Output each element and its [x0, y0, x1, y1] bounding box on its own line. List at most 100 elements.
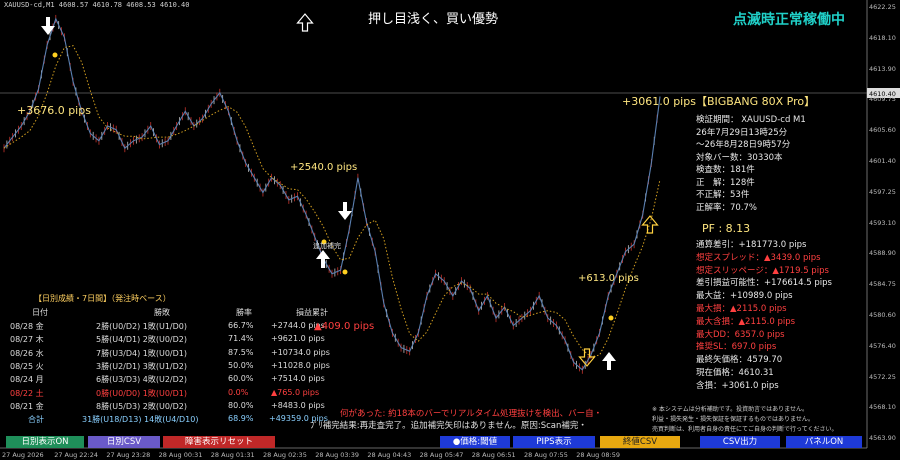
table-cell-d: 08/21 金: [10, 401, 44, 411]
x-axis-tick: 28 Aug 02:35: [263, 451, 307, 459]
y-axis-tick: 4563.90: [869, 434, 896, 443]
total-winloss: 31勝(U18/D13) 14敗(U4/D10): [82, 415, 199, 424]
table-cell-rate: 80.0%: [228, 400, 254, 410]
x-axis-tick: 28 Aug 01:31: [210, 451, 255, 459]
panel-title: +3061.0 pips【BIGBANG 80X Pro】: [622, 93, 815, 109]
moving-average-line: [3, 45, 661, 358]
button-3[interactable]: CSV出力: [700, 436, 780, 448]
button-1[interactable]: PIPS表示: [513, 436, 595, 448]
buy-arrow-icon: [602, 352, 616, 370]
y-axis-tick: 4580.60: [869, 311, 896, 319]
x-axis-tick: 28 Aug 08:59: [576, 451, 621, 459]
stats-line: 差引損益可能性：+176614.5 pips: [696, 278, 832, 289]
x-axis-tick: 27 Aug 2026: [2, 451, 44, 459]
table-cell-wl: 8勝(U5/D3) 2敗(U0/D2): [96, 401, 187, 411]
y-axis-tick: 4584.75: [869, 280, 896, 289]
panel-title-name: 【BIGBANG 80X Pro】: [695, 95, 816, 108]
total-rate: 68.9%: [228, 414, 254, 423]
sell-arrow-icon: [41, 17, 55, 35]
stats-line: 想定スプレッド：▲3439.0 pips: [696, 252, 821, 263]
table-cell-pl: +11028.0 pips: [271, 360, 330, 370]
table-cell-d: 08/22 土: [10, 388, 44, 398]
pips-label: +2540.0 pips: [290, 162, 358, 173]
stats-line: 含損：+3061.0 pips: [696, 380, 779, 391]
table-cell-d: 08/24 月: [10, 375, 44, 385]
button-0[interactable]: 日別表示ON: [6, 436, 84, 448]
stats-line: 対象バー数：30330本: [696, 152, 783, 163]
price-bars: [3, 14, 658, 374]
mid-label: 追加補完: [313, 242, 341, 250]
y-axis-tick: 4613.90: [869, 64, 896, 73]
stats-line: 最大含損：▲2115.0 pips: [696, 316, 796, 327]
message-line-1: 何があった: 約18本のバーでリアルタイム処理抜けを検出、バー自・: [340, 409, 603, 419]
table-cell-wl: 6勝(U3/D3) 4敗(U2/D2): [96, 375, 187, 385]
table-cell-rate: 60.0%: [228, 374, 254, 384]
table-cell-wl: 3勝(U2/D1) 3敗(U1/D2): [96, 361, 187, 371]
table-cell-rate: 50.0%: [228, 360, 254, 370]
button-2[interactable]: 障害表示リセット: [163, 436, 275, 448]
table-cell-pl: ▲765.0 pips: [271, 387, 320, 397]
sell-arrow-icon: [338, 202, 352, 220]
table-cell-wl: 0勝(U0/D0) 1敗(U0/D1): [96, 388, 187, 398]
outline-up-arrow-icon: [641, 215, 659, 234]
disclaimer-2: 利益・損失発生・損失保証を保証するものではありません。: [652, 416, 814, 423]
buy-arrow-icon: [316, 250, 330, 268]
y-axis-tick: 4609.75: [869, 95, 896, 104]
button-2[interactable]: 終値CSV: [600, 436, 680, 448]
button-4[interactable]: パネルON: [786, 436, 862, 448]
profit-factor: PF : 8.13: [702, 222, 751, 235]
y-axis-tick: 4597.25: [869, 187, 896, 196]
y-axis-tick: 4593.10: [869, 218, 896, 227]
x-axis-tick: 28 Aug 00:31: [158, 451, 203, 459]
x-axis-tick: 28 Aug 04:43: [367, 451, 412, 459]
signal-dot: [342, 269, 348, 275]
stats-line: 最終矢価格：4579.70: [696, 355, 783, 366]
stats-line: 通算差引：+181773.0 pips: [696, 240, 807, 250]
col-date: 日付: [32, 308, 48, 317]
table-cell-rate: 66.7%: [228, 321, 254, 330]
stats-line: 検査数：181件: [696, 165, 755, 175]
x-axis-tick: 27 Aug 23:28: [106, 451, 151, 459]
table-cell-d: 08/27 木: [10, 335, 44, 345]
x-axis-tick: 28 Aug 05:47: [419, 451, 464, 459]
y-axis-tick: 4622.25: [869, 3, 896, 11]
stats-line: 26年7月29日13時25分: [696, 127, 788, 138]
y-axis-tick: 4588.90: [869, 249, 896, 258]
stats-line: 正 解：128件: [696, 177, 755, 188]
table-cell-rate: 0.0%: [228, 387, 249, 397]
overlap-loss-label: ▲409.0 pips: [314, 321, 375, 332]
signal-dot: [52, 52, 58, 58]
col-rate: 勝率: [236, 308, 252, 317]
stats-line: 最大DD：6357.0 pips: [696, 329, 785, 340]
y-axis-tick: 4605.60: [869, 126, 896, 135]
table-cell-wl: 7勝(U3/D4) 1敗(U0/D1): [96, 348, 187, 358]
pips-label: +3676.0 pips: [17, 104, 91, 117]
panel-title-pips: +3061.0 pips: [622, 95, 696, 108]
table-cell-rate: 87.5%: [228, 347, 254, 357]
table-cell-rate: 71.4%: [228, 334, 254, 344]
chart-header: XAUUSD-cd,M1 4608.57 4610.78 4608.53 461…: [4, 1, 190, 9]
col-pl: 損益累計: [296, 308, 328, 317]
col-winloss: 勝敗: [154, 308, 170, 317]
table-cell-pl: +9621.0 pips: [271, 334, 325, 344]
table-cell-pl: +8483.0 pips: [271, 400, 325, 410]
message-line-2: ﾌﾟﾘ補完結果:再走査完了。追加補完矢印はありません。原因:Scan補完・: [310, 421, 587, 431]
daily-table-caption: 【日別成績・7日間】（発注時ベース）: [34, 294, 171, 303]
stats-line: 検証期間： XAUUSD-cd M1: [696, 115, 806, 125]
table-cell-wl: 5勝(U4/D1) 2敗(U0/D2): [96, 335, 187, 345]
stats-line: 想定スリッページ：▲1719.5 pips: [696, 265, 829, 276]
y-axis-tick: 4572.25: [869, 372, 896, 381]
button-0[interactable]: ●価格:閾値: [440, 436, 510, 448]
stats-line: 最大損：▲2115.0 pips: [696, 304, 787, 314]
pips-label: +613.0 pips: [578, 273, 639, 284]
stats-line: 最大益：+10989.0 pips: [696, 291, 793, 302]
disclaimer-3: 売買判断は、利用者自身の責任にてご自身の判断で行ってください。: [652, 426, 838, 433]
stats-line: ～26年8月28日9時57分: [696, 140, 791, 150]
stats-line: 推奨SL：697.0 pips: [696, 342, 777, 353]
table-cell-d: 08/26 水: [10, 348, 44, 358]
button-1[interactable]: 日別CSV: [88, 436, 160, 448]
y-axis-tick: 4568.10: [869, 403, 896, 412]
x-axis-tick: 28 Aug 06:51: [471, 451, 516, 459]
x-axis-tick: 27 Aug 22:24: [54, 451, 99, 459]
stats-line: 不正解：53件: [696, 190, 750, 200]
